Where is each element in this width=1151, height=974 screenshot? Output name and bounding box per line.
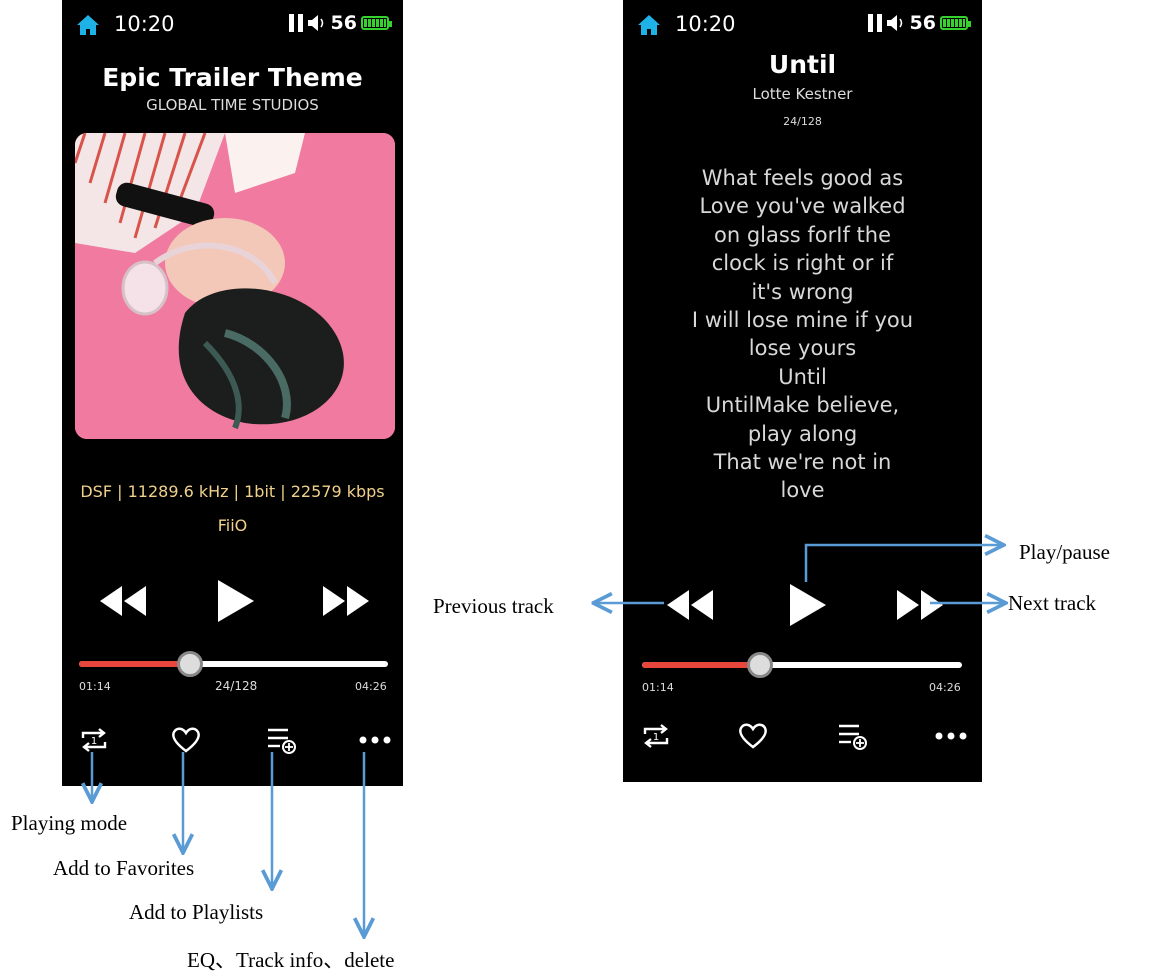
label-next-track: Next track <box>1008 591 1097 615</box>
label-play-pause: Play/pause <box>1019 540 1110 564</box>
label-add-playlists: Add to Playlists <box>129 900 264 924</box>
arrow-play-pause <box>804 545 1002 582</box>
label-playing-mode: Playing mode <box>11 811 128 835</box>
label-more-options: EQ、Track info、delete <box>187 948 395 972</box>
label-previous-track: Previous track <box>433 594 554 618</box>
label-add-favorites: Add to Favorites <box>53 856 195 880</box>
annotation-arrows <box>0 0 1151 969</box>
